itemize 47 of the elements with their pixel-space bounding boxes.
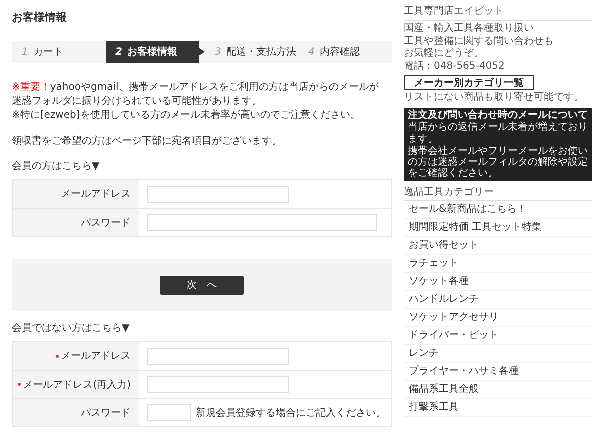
category-link[interactable]: 備品系工具全般 [404,380,592,398]
shop-info-text: 国産・輸入工具各種取り扱い [404,23,535,36]
category-link[interactable]: ハンドルレンチ [404,290,592,308]
field-label-text: メールアドレス [61,188,131,201]
order-note: リストにない商品も取り寄せ可能です。 [404,92,585,104]
next-button[interactable]: 次 へ [160,276,244,294]
receipt-note: 領収書をご希望の方はページ下部に宛名項目がございます。 [12,135,283,149]
step-label: 1 カート [22,46,64,59]
page-title: お客様情報 [12,10,68,25]
shop-info-text: お気軽にどうぞ。 [404,48,485,60]
category-link[interactable]: 打撃系工具 [404,398,592,416]
category-link[interactable]: 期間限定特価 工具セット特集 [404,218,592,236]
category-link[interactable]: レンチ [404,344,592,362]
input-field[interactable] [147,404,191,421]
step-label: 3 配送・支払方法 [215,46,296,59]
category-link[interactable]: ソケット各種 [404,272,592,290]
category-link[interactable]: お買い得セット [404,236,592,254]
banner-text: 携帯会社メールやフリーメールをお使いの方は迷惑メールフィルタの解除や設定をご確認ください。 [408,146,588,178]
category-link[interactable]: ラチェット [404,254,592,272]
banner-subtitle: 当店からの返信メール未着が増えております。 [408,122,588,146]
field-hint: 新規会員登録する場合にご記入ください。 [196,406,386,420]
shop-info-text: 電話：048-565-4052 [404,60,506,73]
input-field[interactable] [147,348,289,364]
shop-title: 工具専門店エイビット [404,4,592,21]
field-label-text: パスワード [81,406,131,420]
notice-text: ※重要！yahooやgmail、携帯メールアドレスをご利用の方は当店からのメールが 迷惑フォルダに振り分けられている可能性があります。 ※特に[ezweb]を使用している方のメール未着率が高いのでご注意ください。 [12,81,380,123]
maker-category-button[interactable]: メーカー別カテゴリ一覧 [404,75,534,90]
category-link[interactable]: ソケットアクセサリ [404,308,592,326]
field-label-text: パスワード [81,216,131,230]
category-link[interactable]: プライヤー・ハサミ各種 [404,362,592,380]
step-label: 4 内容確認 [308,46,360,59]
category-heading: 逸品工具カテゴリー [404,184,592,200]
category-link[interactable]: ドライバー・ビット [404,326,592,344]
banner-title: 注文及び問い合わせ時のメールについて [408,110,588,122]
input-field[interactable] [147,186,289,202]
shop-info-text: 工具や整備に関する問い合わせも [404,36,555,48]
field-label-text: メールアドレス [61,350,131,363]
input-field[interactable] [147,376,289,393]
mail-notice-banner[interactable]: 注文及び問い合わせ時のメールについて 当店からの返信メール未着が増えております。 携帯会社メールやフリーメールをお使いの方は迷惑メールフィルタの解除や設定をご確認ください。 [404,108,592,180]
category-link[interactable]: セール&新商品はこちら！ [404,200,592,218]
input-field[interactable] [147,214,377,231]
section-heading: 会員の方はこちら▼ [12,160,101,173]
field-label-text: メールアドレス(再入力) [23,378,131,392]
required-dot [56,354,59,358]
section-heading: 会員ではない方はこちら▼ [12,322,131,335]
step-label: 2 お客様情報 [116,45,178,59]
required-dot [18,383,22,386]
